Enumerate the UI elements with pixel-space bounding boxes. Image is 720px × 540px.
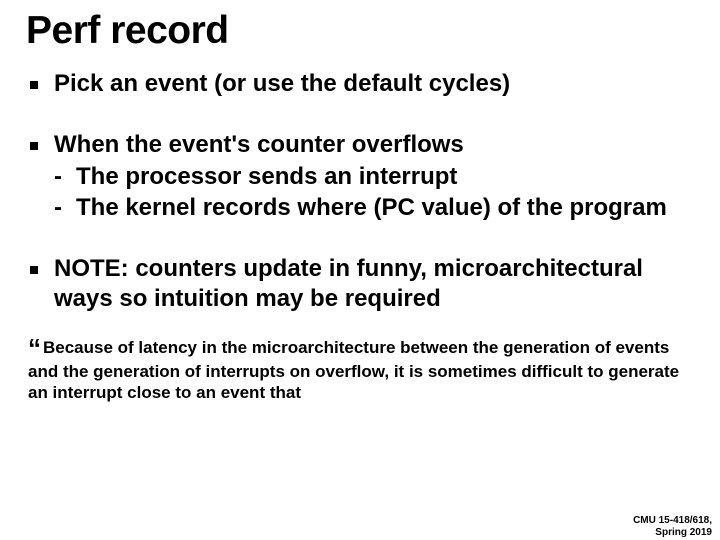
- bullet-text: Pick an event (or use the default cycles…: [54, 70, 510, 97]
- footer: CMU 15-418/618, Spring 2019: [633, 515, 712, 538]
- sub-item: The processor sends an interrupt: [54, 162, 694, 193]
- slide-title: Perf record: [26, 10, 694, 53]
- bullet-item: When the event's counter overflows The p…: [26, 130, 694, 224]
- sub-item: The kernel records where (PC value) of t…: [54, 193, 694, 224]
- quote-text: Because of latency in the microarchitect…: [28, 338, 679, 402]
- slide: Perf record Pick an event (or use the de…: [0, 0, 720, 540]
- bullet-text: NOTE: counters update in funny, microarc…: [54, 255, 643, 313]
- open-quote-mark: “: [28, 337, 41, 360]
- bullet-item: Pick an event (or use the default cycles…: [26, 69, 694, 100]
- bullet-text: When the event's counter overflows: [54, 131, 464, 158]
- bullet-list: Pick an event (or use the default cycles…: [26, 69, 694, 315]
- footer-line-2: Spring 2019: [633, 527, 712, 539]
- bullet-item: NOTE: counters update in funny, microarc…: [26, 254, 694, 315]
- footer-line-1: CMU 15-418/618,: [633, 515, 712, 527]
- sub-list: The processor sends an interrupt The ker…: [54, 162, 694, 223]
- quote-block: “Because of latency in the microarchitec…: [26, 337, 694, 403]
